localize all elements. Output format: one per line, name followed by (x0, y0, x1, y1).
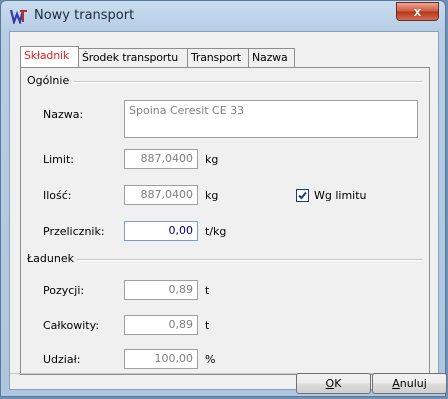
ok-label: K (334, 377, 342, 390)
title-bar[interactable]: Nowy transport x (1, 1, 445, 31)
section-divider (77, 259, 423, 261)
section-general-header: Ogólnie (27, 74, 70, 87)
tab-nazwa[interactable]: Nazwa (248, 48, 295, 67)
cancel-accel: A (392, 377, 400, 390)
positions-field[interactable]: 0,89 (124, 280, 198, 300)
factor-unit: t/kg (205, 225, 227, 238)
section-cargo-header: Ładunek (27, 252, 74, 265)
share-unit: % (205, 353, 216, 366)
ok-accel: O (325, 377, 335, 390)
total-label: Całkowity: (43, 319, 100, 332)
tab-skladnik[interactable]: Składnik (20, 46, 79, 67)
dialog-window: Nowy transport x Składnik Środek transpo… (0, 0, 447, 397)
total-field[interactable]: 0,89 (124, 315, 198, 335)
limit-label: Limit: (43, 153, 74, 166)
by-limit-label[interactable]: Wg limitu (314, 189, 367, 202)
positions-label: Pozycji: (43, 284, 85, 297)
tab-transport[interactable]: Transport (187, 48, 249, 67)
limit-field[interactable]: 887,0400 (124, 149, 198, 169)
share-label: Udział: (43, 353, 81, 366)
window-title: Nowy transport (34, 8, 135, 23)
dialog-body: Składnik Środek transportu Transport Naz… (9, 31, 447, 394)
limit-unit: kg (205, 153, 219, 166)
positions-unit: t (205, 284, 210, 297)
share-field[interactable]: 100,00 (124, 349, 198, 369)
quantity-unit: kg (205, 189, 219, 202)
factor-field[interactable]: 0,00 (124, 221, 198, 241)
factor-label: Przelicznik: (43, 225, 105, 238)
close-button[interactable]: x (396, 2, 439, 21)
cancel-label: nuluj (399, 377, 427, 390)
quantity-label: Ilość: (43, 189, 72, 202)
section-divider (73, 81, 423, 83)
quantity-field[interactable]: 887,0400 (124, 185, 198, 205)
app-logo-icon (9, 8, 28, 26)
total-unit: t (205, 319, 210, 332)
tab-panel-skladnik: Ogólnie Nazwa: Spoina Ceresit CE 33 Limi… (20, 67, 430, 375)
name-label: Nazwa: (43, 108, 84, 121)
by-limit-checkbox[interactable] (296, 189, 309, 202)
ok-button[interactable]: OK (296, 373, 371, 394)
tab-srodek-transportu[interactable]: Środek transportu (78, 48, 188, 67)
name-field[interactable]: Spoina Ceresit CE 33 (124, 100, 418, 138)
cancel-button[interactable]: Anuluj (372, 373, 447, 394)
